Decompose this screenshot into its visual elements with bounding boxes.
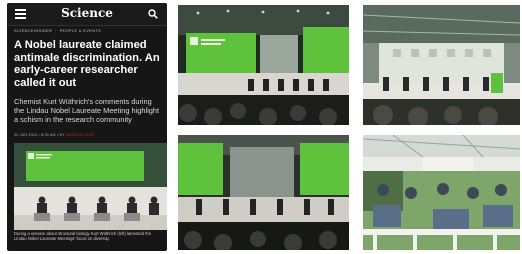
conference-photo-panel-bright <box>363 5 520 125</box>
article-screenshot: Science SCIENCEINSIDER | PEOPLE & EVENTS A… <box>7 3 167 251</box>
search-icon[interactable] <box>148 9 158 19</box>
conference-photo-panel-screens <box>178 135 349 250</box>
article-headline: A Nobel laureate claimed antimale discri… <box>14 39 160 89</box>
article-date: 30 JUN 2023 <box>14 133 38 137</box>
conference-photo-audience <box>363 135 520 250</box>
article-time: 8:25 AM <box>41 133 56 137</box>
breadcrumb-subsection[interactable]: PEOPLE & EVENTS <box>60 28 101 33</box>
article-photo <box>14 143 167 230</box>
article-dek: Chemist Kurt Wüthrich's comments during … <box>14 97 160 124</box>
photo-caption: During a session about structural biolog… <box>14 231 152 242</box>
breadcrumb: SCIENCEINSIDER | PEOPLE & EVENTS <box>14 28 101 33</box>
article-author[interactable]: AMANDA HEIDT <box>66 133 95 137</box>
breadcrumb-section[interactable]: SCIENCEINSIDER <box>14 28 52 33</box>
brand-logo[interactable]: Science <box>7 6 167 20</box>
top-nav-bar: Science <box>7 3 167 26</box>
conference-photo-stage-wide <box>178 5 349 125</box>
byline: 30 JUN 2023 • 8:25 AM • BY AMANDA HEIDT <box>14 133 96 137</box>
